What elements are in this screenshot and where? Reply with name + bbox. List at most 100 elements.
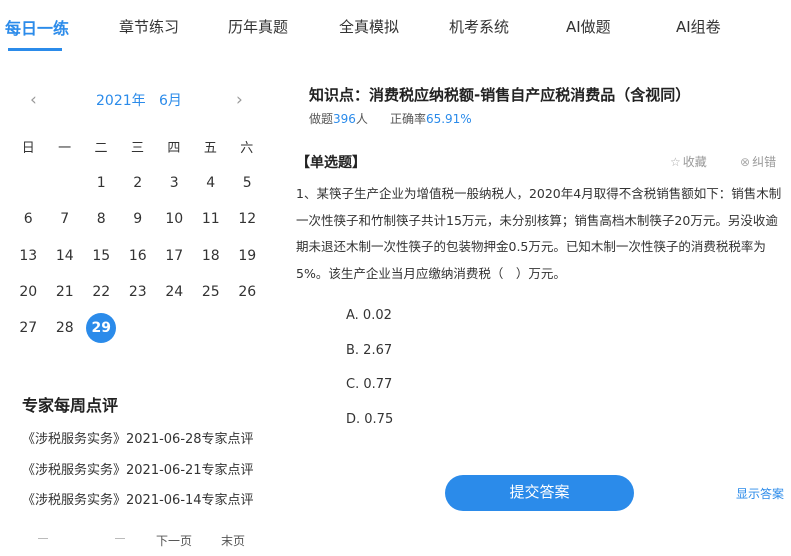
calendar-day-number: 9 xyxy=(133,211,143,228)
calendar-day[interactable]: 18 xyxy=(193,238,230,274)
calendar-day-number: 19 xyxy=(238,247,257,264)
option-a[interactable]: A. 0.02 xyxy=(346,306,393,341)
review-list: 《涉税服务实务》2021-06-28专家点评 《涉税服务实务》2021-06-2… xyxy=(22,431,254,523)
calendar-month[interactable]: 6月 xyxy=(159,90,182,110)
weekday-label: 三 xyxy=(130,141,144,156)
calendar-day[interactable]: 27 xyxy=(10,310,47,346)
option-d[interactable]: D. 0.75 xyxy=(346,410,393,445)
weekday-label: 四 xyxy=(167,141,181,156)
pager-last-page[interactable]: 末页 xyxy=(221,532,245,549)
calendar-day[interactable]: 11 xyxy=(193,201,230,237)
weekday-label: 一 xyxy=(58,141,72,156)
calendar-day-number: 14 xyxy=(55,247,74,264)
weekday-label: 六 xyxy=(240,141,254,156)
calendar-day[interactable]: 3 xyxy=(156,165,193,201)
tab-computer-exam[interactable]: 机考系统 xyxy=(449,16,509,37)
answer-options: A. 0.02 B. 2.67 C. 0.77 D. 0.75 xyxy=(346,306,393,445)
calendar-day-number: 22 xyxy=(92,284,111,301)
tab-ai-paper[interactable]: AI组卷 xyxy=(676,16,721,37)
accuracy-value: 65.91% xyxy=(425,112,472,126)
calendar-day[interactable]: 24 xyxy=(156,274,193,310)
tab-mock-exams[interactable]: 全真模拟 xyxy=(339,16,399,37)
calendar-day-number: 24 xyxy=(165,284,184,301)
calendar-day[interactable]: 26 xyxy=(229,274,266,310)
calendar-day-number: 13 xyxy=(19,247,38,264)
question-stats: 做题396人 正确率65.91% xyxy=(309,110,472,127)
weekday-label: 日 xyxy=(21,141,35,156)
review-item[interactable]: 《涉税服务实务》2021-06-28专家点评 xyxy=(22,431,254,462)
calendar-day-number: 27 xyxy=(19,320,38,337)
calendar-day-number: 29 xyxy=(86,313,117,344)
option-b[interactable]: B. 2.67 xyxy=(346,341,393,376)
calendar-day-number: 6 xyxy=(23,211,33,228)
report-label: 纠错 xyxy=(752,155,777,169)
calendar-day-number: 10 xyxy=(165,211,184,228)
calendar-day[interactable]: 7 xyxy=(47,201,84,237)
calendar-day[interactable]: 13 xyxy=(10,238,47,274)
calendar-day-number: 5 xyxy=(242,175,252,192)
calendar-day[interactable]: 21 xyxy=(47,274,84,310)
calendar-day[interactable]: 23 xyxy=(120,274,157,310)
calendar-day[interactable]: 4 xyxy=(193,165,230,201)
calendar-header: ‹ 2021年 6月 › xyxy=(0,88,280,110)
favorite-button[interactable]: ☆ 收藏 xyxy=(670,153,707,170)
calendar-year[interactable]: 2021年 xyxy=(96,90,146,110)
calendar-day-number: 20 xyxy=(19,284,38,301)
report-icon: ⊗ xyxy=(740,155,751,169)
calendar-day-number: 12 xyxy=(238,211,257,228)
review-item[interactable]: 《涉税服务实务》2021-06-21专家点评 xyxy=(22,462,254,493)
pager-prev-divider xyxy=(115,538,125,539)
option-c[interactable]: C. 0.77 xyxy=(346,375,393,410)
calendar-day-number: 21 xyxy=(55,284,74,301)
calendar-day-number: 8 xyxy=(96,211,106,228)
calendar-day[interactable]: 16 xyxy=(120,238,157,274)
tab-daily-practice[interactable]: 每日一练 xyxy=(5,15,69,39)
submit-answer-button[interactable]: 提交答案 xyxy=(445,475,634,511)
calendar-day[interactable]: 15 xyxy=(83,238,120,274)
calendar-empty-cell xyxy=(47,165,84,201)
calendar-day[interactable]: 1 xyxy=(83,165,120,201)
calendar-day[interactable]: 14 xyxy=(47,238,84,274)
chevron-left-icon[interactable]: ‹ xyxy=(30,90,37,110)
calendar-day[interactable]: 22 xyxy=(83,274,120,310)
top-nav: 每日一练 章节练习 历年真题 全真模拟 机考系统 AI做题 AI组卷 xyxy=(0,0,791,52)
calendar-day[interactable]: 17 xyxy=(156,238,193,274)
calendar-day-number xyxy=(50,168,80,198)
calendar-day[interactable]: 9 xyxy=(120,201,157,237)
calendar-day[interactable]: 8 xyxy=(83,201,120,237)
tab-ai-practice[interactable]: AI做题 xyxy=(566,16,611,37)
report-error-button[interactable]: ⊗ 纠错 xyxy=(740,153,776,170)
calendar-day[interactable]: 2 xyxy=(120,165,157,201)
calendar-day[interactable]: 19 xyxy=(229,238,266,274)
attempts-value: 396 xyxy=(333,112,356,126)
calendar-day-number: 2 xyxy=(133,175,143,192)
calendar-day[interactable]: 6 xyxy=(10,201,47,237)
calendar-day-number: 28 xyxy=(55,320,74,337)
review-item[interactable]: 《涉税服务实务》2021-06-14专家点评 xyxy=(22,492,254,523)
calendar-day-number: 25 xyxy=(201,284,220,301)
knowledge-point-title: 知识点：消费税应纳税额-销售自产应税消费品（含视同） xyxy=(309,86,691,104)
tab-chapter-practice[interactable]: 章节练习 xyxy=(119,16,179,37)
show-answer-link[interactable]: 显示答案 xyxy=(736,485,784,502)
question-text: 1、某筷子生产企业为增值税一般纳税人，2020年4月取得不含税销售额如下：销售木… xyxy=(296,186,782,282)
calendar-day[interactable]: 20 xyxy=(10,274,47,310)
review-pager: 下一页 末页 xyxy=(0,530,280,550)
calendar-day[interactable]: 10 xyxy=(156,201,193,237)
tab-past-exams[interactable]: 历年真题 xyxy=(228,16,288,37)
calendar-day-number: 3 xyxy=(169,175,179,192)
calendar-day-selected[interactable]: 29 xyxy=(83,310,120,346)
calendar-empty-cell xyxy=(10,165,47,201)
weekday-label: 五 xyxy=(203,141,217,156)
calendar-weekdays: 日一二三四五六 xyxy=(10,137,265,157)
calendar-day[interactable]: 12 xyxy=(229,201,266,237)
chevron-right-icon[interactable]: › xyxy=(236,90,243,110)
pager-next-page[interactable]: 下一页 xyxy=(156,532,192,549)
calendar-day-number: 4 xyxy=(206,175,216,192)
star-icon: ☆ xyxy=(670,155,681,169)
calendar-day-number: 11 xyxy=(201,211,220,228)
calendar-day[interactable]: 28 xyxy=(47,310,84,346)
calendar-day[interactable]: 25 xyxy=(193,274,230,310)
calendar-day[interactable]: 5 xyxy=(229,165,266,201)
calendar-day-number xyxy=(13,168,43,198)
calendar-day-number: 17 xyxy=(165,247,184,264)
